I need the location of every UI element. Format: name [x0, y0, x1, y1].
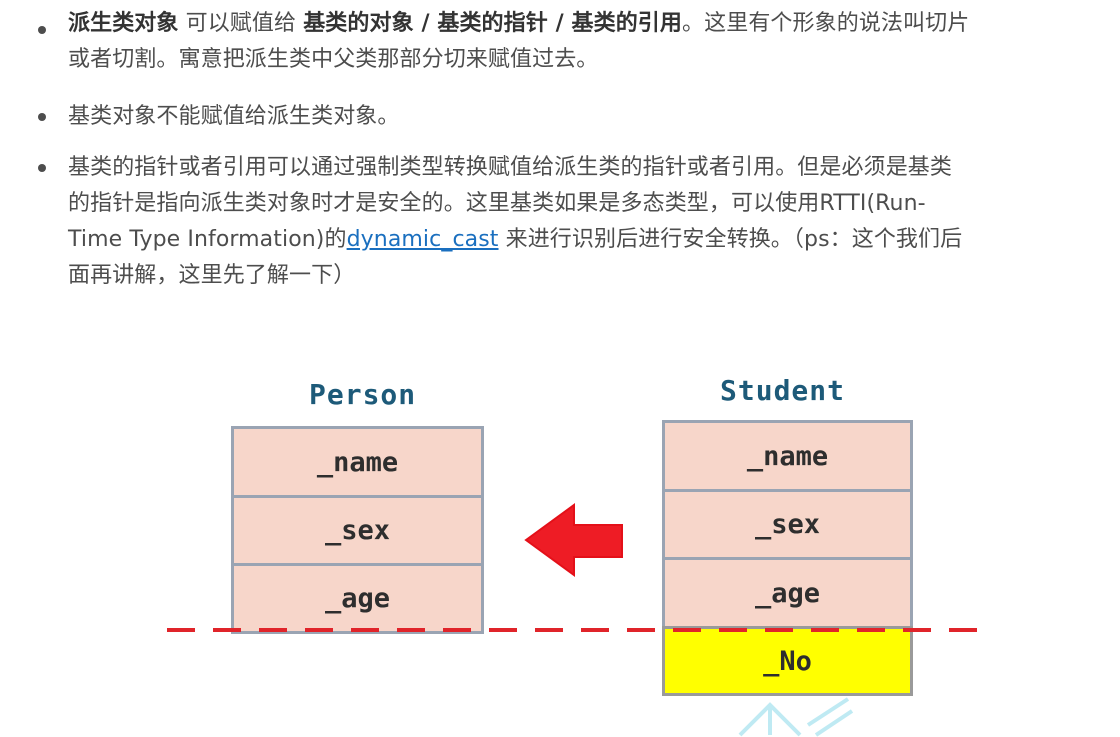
student-field-name: _name — [662, 420, 913, 492]
person-field-name: _name — [231, 426, 484, 498]
slice-cut-line — [167, 628, 987, 632]
student-title: Student — [720, 374, 846, 407]
student-field-sex: _sex — [662, 489, 913, 560]
left-arrow-icon — [524, 503, 623, 577]
person-title: Person — [309, 378, 417, 411]
person-field-sex: _sex — [231, 495, 484, 566]
watermark-icon — [738, 697, 854, 737]
slicing-diagram: Person Student _name _sex _age _name _se… — [0, 0, 1120, 737]
student-field-age: _age — [662, 557, 913, 629]
